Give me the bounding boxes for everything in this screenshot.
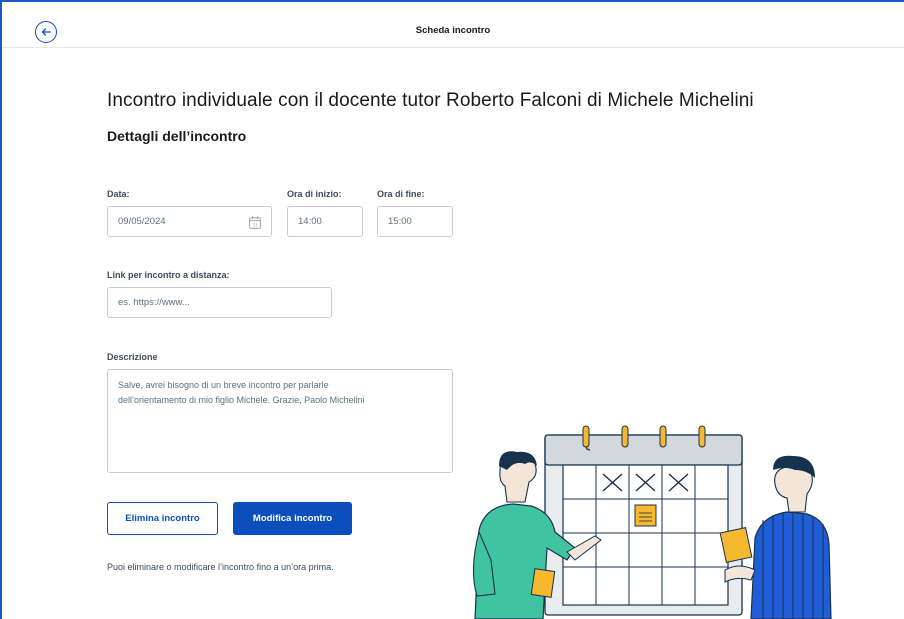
- description-line-1: Salve, avrei bisogno di un breve incontr…: [118, 380, 329, 390]
- end-time-field[interactable]: 15:00: [377, 206, 453, 237]
- date-value: 09/05/2024: [118, 216, 166, 227]
- end-time-label: Ora di fine:: [377, 189, 425, 199]
- svg-text:31: 31: [252, 223, 258, 229]
- start-time-label: Ora di inizio:: [287, 189, 342, 199]
- calendar-meeting-illustration: [472, 425, 832, 619]
- description-line-2: dell’orientamento di mio figlio Michele.…: [118, 395, 365, 405]
- calendar-board-icon: [544, 425, 743, 616]
- link-label: Link per incontro a distanza:: [107, 270, 230, 280]
- hint-text: Puoi eliminare o modificare l’incontro f…: [107, 562, 334, 572]
- description-label: Descrizione: [107, 352, 158, 362]
- edit-meeting-button[interactable]: Modifica incontro: [233, 502, 352, 535]
- link-input[interactable]: es. https://www...: [107, 287, 332, 318]
- top-bar: Scheda incontro: [2, 2, 904, 48]
- page-title: Incontro individuale con il docente tuto…: [107, 90, 754, 111]
- topbar-title: Scheda incontro: [415, 25, 491, 36]
- delete-meeting-button[interactable]: Elimina incontro: [107, 502, 218, 535]
- start-time-field[interactable]: 14:00: [287, 206, 363, 237]
- start-time-value: 14:00: [298, 216, 322, 227]
- calendar-icon[interactable]: 31: [249, 216, 261, 229]
- description-textarea[interactable]: Salve, avrei bisogno di un breve incontr…: [107, 369, 453, 473]
- date-field[interactable]: 09/05/2024 31: [107, 206, 272, 237]
- end-time-value: 15:00: [388, 216, 412, 227]
- page-subtitle: Dettagli dell’incontro: [107, 128, 247, 144]
- date-label: Data:: [107, 189, 130, 199]
- link-placeholder: es. https://www...: [118, 297, 190, 308]
